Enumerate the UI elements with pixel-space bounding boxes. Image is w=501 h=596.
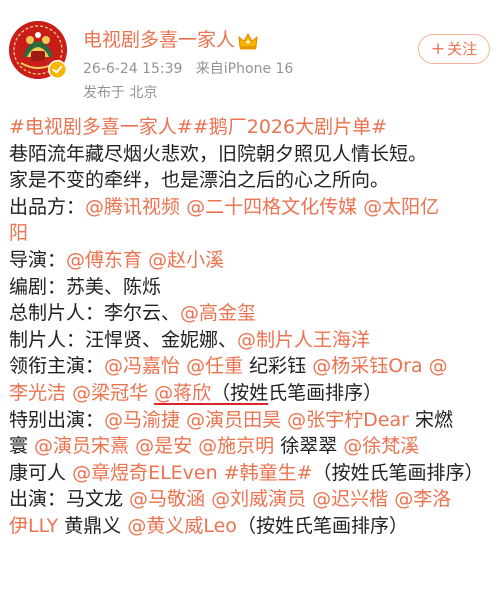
mention-link[interactable]: @任重 <box>186 355 243 377</box>
post-text: 家是不变的牵绊，也是漂泊之后的心之所向。 <box>9 169 390 192</box>
post-text: 康可人 <box>9 461 67 484</box>
post-line: 出演：马文龙 @马敬涵 @刘威演员 @迟兴楷 @李洛 <box>9 486 493 513</box>
hashtag-link[interactable]: #韩童生# <box>224 462 313 484</box>
post-line: 导演：@傅东育 @赵小溪 <box>9 247 493 274</box>
post-line: 康可人 @章煜奇ELEven #韩童生#（按姓氏笔画排序） <box>9 460 493 487</box>
mention-link[interactable]: @腾讯视频 <box>85 196 180 218</box>
mention-link[interactable]: @制片人王海洋 <box>237 329 370 351</box>
mention-link[interactable]: @ <box>429 355 448 377</box>
post-text: 特别出演： <box>9 408 105 431</box>
mention-link[interactable]: @黄义威Leo <box>127 515 237 537</box>
plus-icon: + <box>430 39 446 59</box>
mention-link[interactable]: @迟兴楷 <box>312 488 388 510</box>
post-text: 寰 <box>9 435 35 458</box>
mention-link[interactable]: @梁冠华 <box>72 382 148 404</box>
post-text: 总制片人：李尔云、 <box>9 302 181 325</box>
post-line: 阳 <box>9 220 493 247</box>
mention-link[interactable]: 伊LLY <box>9 515 58 537</box>
post-line: #电视剧多喜一家人##鹅厂2026大剧片单# <box>9 114 493 141</box>
weibo-post-card: 电视剧多喜一家人 26-6-24 15:39 来自iPhone 16 发布于 北… <box>0 0 501 596</box>
post-text: 领衔主演： <box>9 355 105 378</box>
follow-label: 关注 <box>447 40 478 58</box>
mention-link[interactable]: @蒋欣 <box>154 382 211 404</box>
hashtag-link[interactable]: #电视剧多喜一家人##鹅厂2026大剧片单# <box>9 116 387 138</box>
mention-link[interactable]: @演员田昊 <box>186 409 281 431</box>
post-text: 黄鼎义 <box>58 514 128 537</box>
mention-link[interactable]: @马敬涵 <box>129 488 205 510</box>
post-text: 纪彩钰 <box>243 355 313 378</box>
post-text: 宋燃 <box>408 408 453 431</box>
post-line: 领衔主演：@冯嘉怡 @任重 纪彩钰 @杨采钰Ora @ <box>9 353 493 380</box>
image-edge <box>0 588 501 596</box>
mention-link[interactable]: @演员宋熹 <box>34 435 129 457</box>
post-line: 巷陌流年藏尽烟火悲欢，旧院朝夕照见人情长短。 <box>9 141 493 168</box>
post-line: 编剧：苏美、陈烁 <box>9 274 493 301</box>
mention-link[interactable]: 阳 <box>9 222 28 244</box>
mention-link[interactable]: @章煜奇ELEven <box>72 462 218 484</box>
mention-link[interactable]: @李洛 <box>394 488 451 510</box>
mention-link[interactable]: @杨采钰Ora <box>312 355 422 377</box>
mention-link[interactable]: @冯嘉怡 <box>104 355 180 377</box>
post-text: 徐翠翠 <box>274 435 344 458</box>
mention-link[interactable]: @是安 <box>135 435 192 457</box>
crown-icon <box>237 31 259 51</box>
follow-button[interactable]: + 关注 <box>418 34 490 64</box>
post-line: 特别出演：@马渝捷 @演员田昊 @张宇柠Dear 宋燃 <box>9 407 493 434</box>
mention-link[interactable]: @施京明 <box>198 435 274 457</box>
mention-link[interactable]: @傅东育 <box>66 249 142 271</box>
post-text: 出演：马文龙 <box>9 488 130 511</box>
mention-link[interactable]: @二十四格文化传媒 <box>186 196 357 218</box>
mention-link[interactable]: @太阳亿 <box>363 196 439 218</box>
post-line: 家是不变的牵绊，也是漂泊之后的心之所向。 <box>9 167 493 194</box>
post-line: 伊LLY 黄鼎义 @黄义威Leo（按姓氏笔画排序） <box>9 513 493 540</box>
post-text: 制片人：汪悍贤、金妮娜、 <box>9 328 238 351</box>
post-text: 氏笔画排序） <box>268 381 383 404</box>
verified-badge-icon <box>48 60 67 79</box>
author-name[interactable]: 电视剧多喜一家人 <box>83 28 235 52</box>
mention-link[interactable]: @赵小溪 <box>148 249 224 271</box>
mention-link[interactable]: @高金玺 <box>180 302 256 324</box>
post-line: 制片人：汪悍贤、金妮娜、@制片人王海洋 <box>9 327 493 354</box>
post-text: （按姓氏笔画排序） <box>236 514 408 537</box>
post-text: 编剧：苏美、陈烁 <box>9 275 162 298</box>
mention-link[interactable]: @徐梵溪 <box>343 435 419 457</box>
post-text: 出品方： <box>9 195 86 218</box>
post-body: #电视剧多喜一家人##鹅厂2026大剧片单# 巷陌流年藏尽烟火悲欢，旧院朝夕照见人… <box>9 114 493 540</box>
post-text: 导演： <box>9 248 67 271</box>
post-meta: 26-6-24 15:39 来自iPhone 16 <box>83 60 293 78</box>
mention-link[interactable]: @张宇柠Dear <box>287 409 409 431</box>
mention-link[interactable]: 李光洁 <box>9 382 66 404</box>
post-location: 发布于 北京 <box>83 85 158 101</box>
post-text: （按姓 <box>211 381 269 404</box>
post-time: 26-6-24 15:39 <box>83 61 183 77</box>
post-text: 巷陌流年藏尽烟火悲欢，旧院朝夕照见人情长短。 <box>9 142 428 165</box>
post-line: 出品方：@腾讯视频 @二十四格文化传媒 @太阳亿 <box>9 194 493 221</box>
post-line: 寰 @演员宋熹 @是安 @施京明 徐翠翠 @徐梵溪 <box>9 433 493 460</box>
post-line: 李光洁 @梁冠华 @蒋欣（按姓氏笔画排序） <box>9 380 493 407</box>
post-text: （按姓氏笔画排序） <box>312 461 484 484</box>
post-source: 来自iPhone 16 <box>195 61 294 77</box>
mention-link[interactable]: @刘威演员 <box>211 488 306 510</box>
post-line: 总制片人：李尔云、@高金玺 <box>9 300 493 327</box>
mention-link[interactable]: @马渝捷 <box>104 409 180 431</box>
